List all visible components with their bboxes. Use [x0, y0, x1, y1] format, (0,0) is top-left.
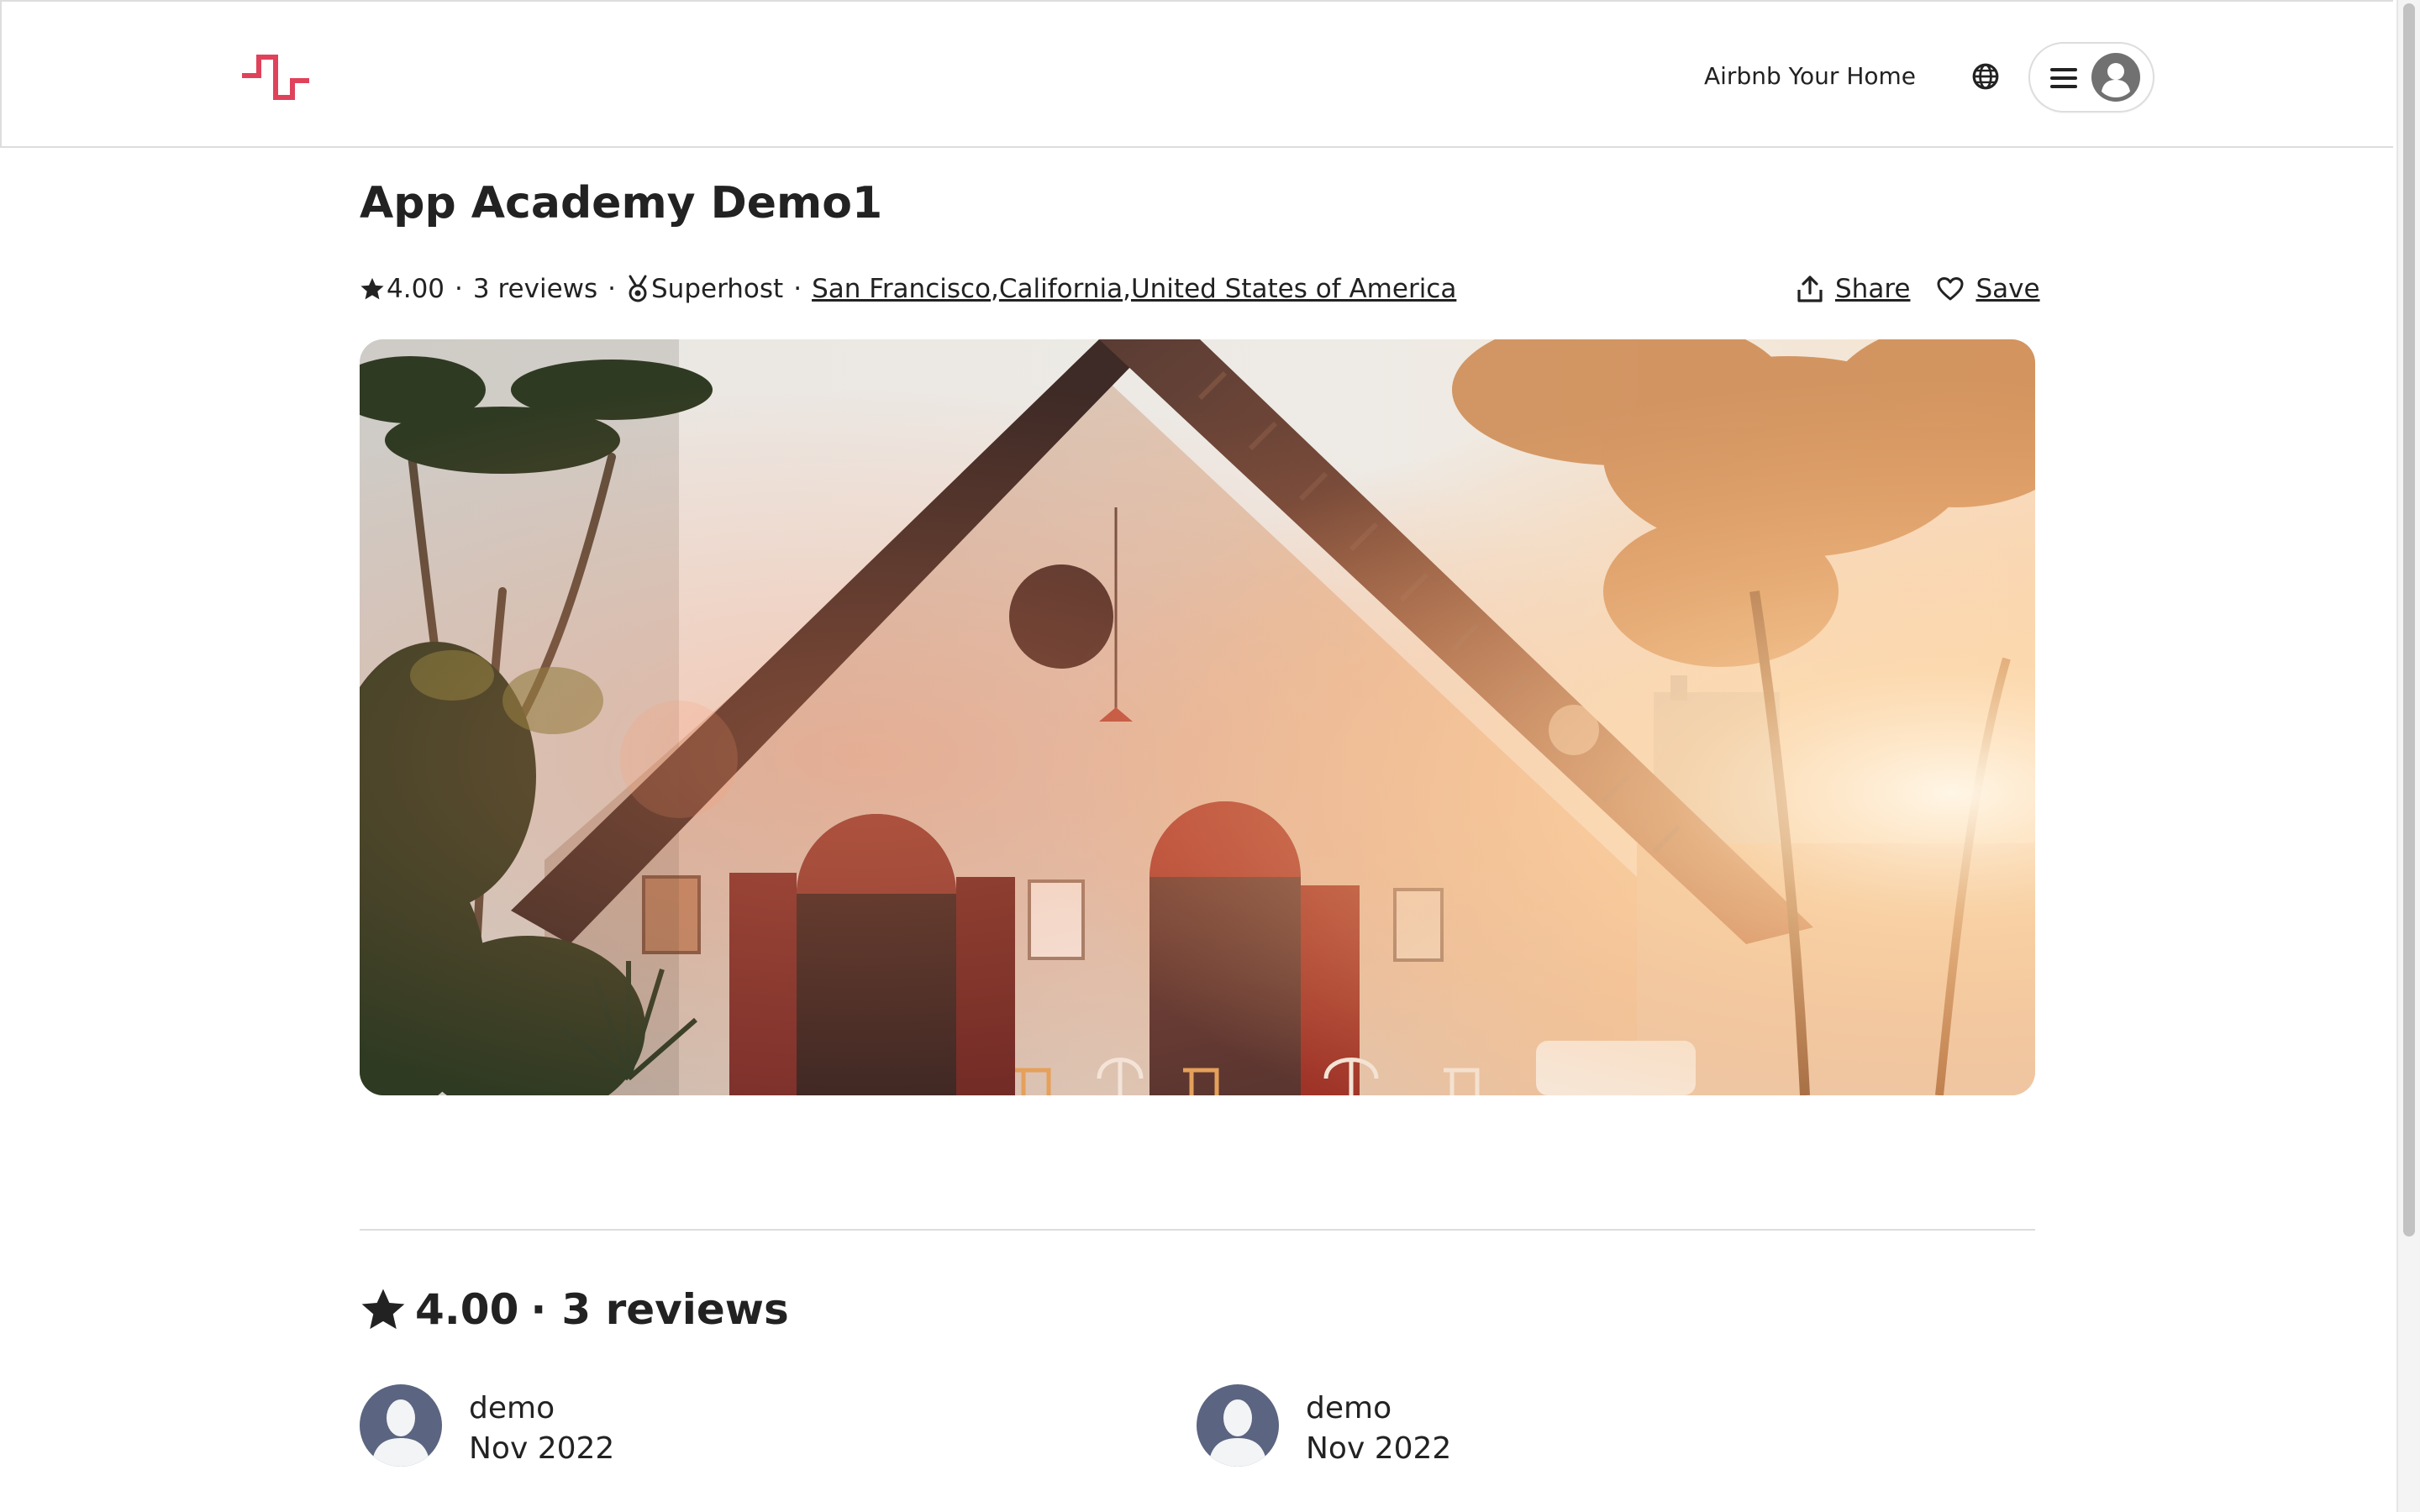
brand-wave-logo-icon[interactable]	[240, 52, 311, 102]
superhost-medal-icon	[629, 275, 647, 302]
heart-icon	[1937, 277, 1964, 301]
scrollbar-thumb[interactable]	[2403, 3, 2415, 1236]
review-date: Nov 2022	[469, 1431, 615, 1466]
location-country-link[interactable]: United States of America	[1131, 274, 1456, 304]
share-button[interactable]: Share	[1797, 274, 1910, 304]
review-card: demo Nov 2022	[1197, 1384, 1953, 1468]
listing-photo[interactable]	[360, 339, 2035, 1095]
star-icon	[361, 1289, 405, 1330]
share-label: Share	[1835, 274, 1911, 304]
airbnb-your-home-link[interactable]: Airbnb Your Home	[1704, 62, 1916, 90]
listing-meta-row: 4.00 · 3 reviews · Superhost · San Franc…	[360, 270, 1456, 307]
separator-dot: ·	[455, 274, 463, 304]
separator-dot: ·	[608, 274, 616, 304]
default-profile-avatar-icon	[360, 1384, 442, 1467]
reviewer-name: demo	[1306, 1391, 1392, 1425]
location-state-link[interactable]: California	[999, 274, 1123, 304]
page-viewport: Airbnb Your Home App Academy Demo1 4.00 …	[0, 0, 2396, 1512]
house-photo-illustration	[360, 339, 2035, 1095]
hamburger-menu-icon	[2050, 68, 2077, 88]
location-comma: ,	[991, 274, 999, 304]
listing-title: App Academy Demo1	[360, 178, 883, 228]
location-city-link[interactable]: San Francisco	[812, 274, 991, 304]
default-profile-avatar-icon	[1197, 1384, 1279, 1467]
top-navbar: Airbnb Your Home	[0, 0, 2393, 148]
listing-review-count[interactable]: 3 reviews	[473, 274, 597, 304]
listing-rating: 4.00	[387, 274, 445, 304]
separator-dot: ·	[530, 1285, 547, 1334]
reviewer-name: demo	[469, 1391, 555, 1425]
location-comma: ,	[1123, 274, 1131, 304]
share-icon	[1797, 276, 1823, 302]
save-label: Save	[1975, 274, 2040, 304]
reviews-count: 3 reviews	[561, 1285, 789, 1334]
section-divider	[360, 1229, 2035, 1231]
review-date: Nov 2022	[1306, 1431, 1452, 1466]
user-avatar-icon	[2091, 53, 2140, 102]
reviews-heading: 4.00 · 3 reviews	[360, 1280, 789, 1339]
reviews-rating: 4.00	[415, 1285, 519, 1334]
superhost-label: Superhost	[651, 274, 784, 304]
listing-actions: Share Save	[1797, 270, 2040, 307]
separator-dot: ·	[793, 274, 802, 304]
star-icon	[360, 277, 384, 300]
vertical-scrollbar[interactable]	[2396, 0, 2420, 1512]
review-card: demo Nov 2022	[360, 1384, 1116, 1468]
user-menu-button[interactable]	[2028, 42, 2154, 113]
globe-icon[interactable]	[1971, 62, 2000, 91]
save-button[interactable]: Save	[1937, 274, 2040, 304]
